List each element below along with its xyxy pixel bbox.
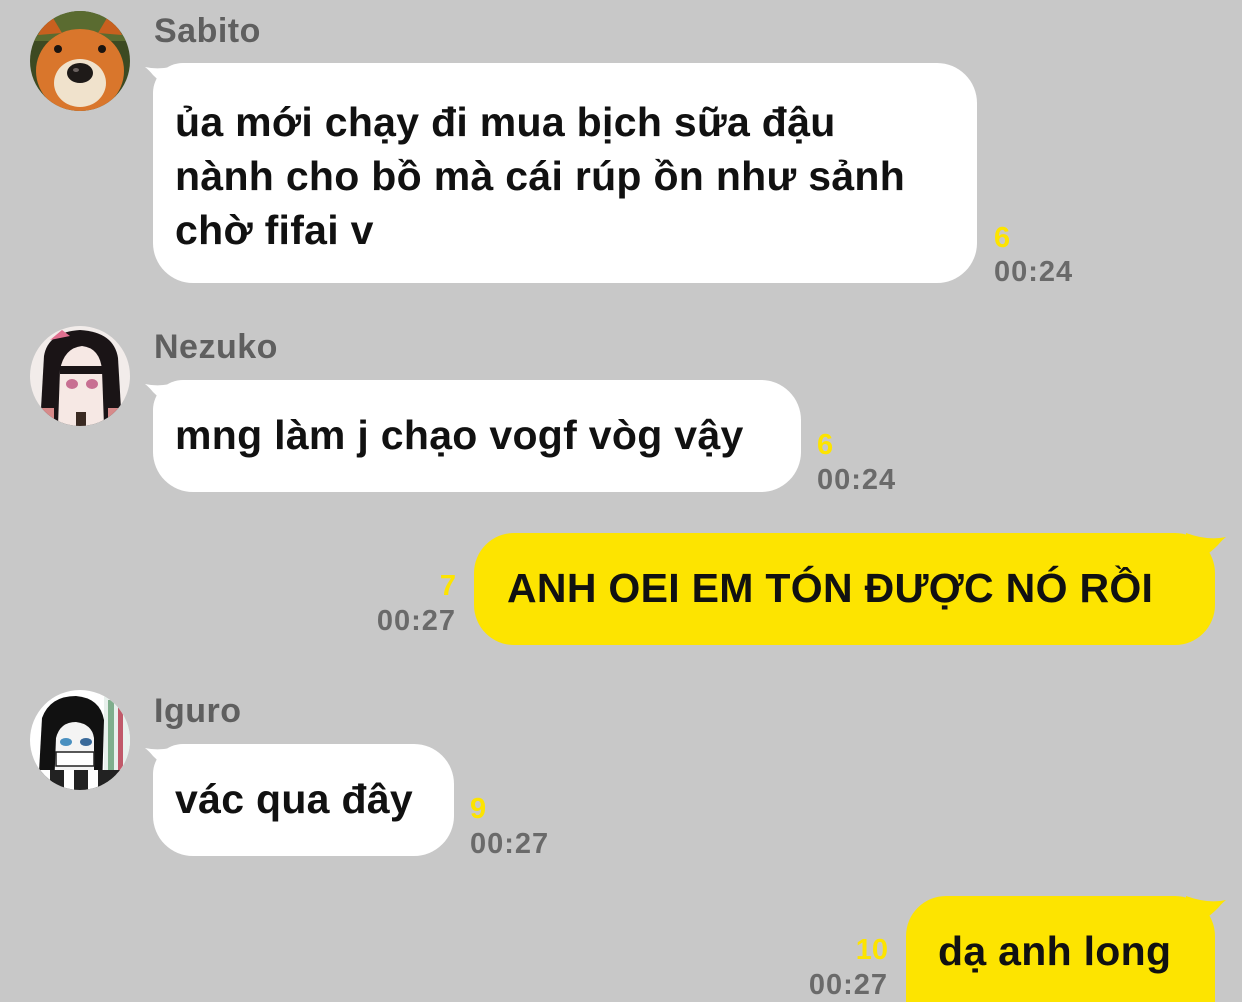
bubble-tail xyxy=(1186,896,1226,930)
chat-message-list[interactable]: Sabito ủa mới chạy đi mua bịch sữa đậu n… xyxy=(0,0,1242,1002)
message-text: ANH OEI EM TÓN ĐƯỢC NÓ RỒI xyxy=(507,565,1154,611)
message-timestamp: 00:27 xyxy=(808,969,888,1001)
message-bubble[interactable]: vác qua đây xyxy=(153,744,454,856)
message-timestamp: 00:27 xyxy=(470,828,550,860)
message-timestamp: 00:27 xyxy=(376,605,456,637)
iguro-avatar-icon[interactable] xyxy=(30,690,130,790)
nezuko-avatar-icon[interactable] xyxy=(30,326,130,426)
message-bubble[interactable]: ANH OEI EM TÓN ĐƯỢC NÓ RỒI xyxy=(474,533,1215,645)
sender-name: Nezuko xyxy=(154,328,278,366)
message-text: mng làm j chạo vogf vòg vậy xyxy=(175,412,744,458)
message-text: dạ anh long xyxy=(938,928,1172,974)
message-text-line: nành cho bồ mà cái rúp ồn như sảnh xyxy=(175,153,906,199)
unread-count: 9 xyxy=(470,793,487,825)
bubble-tail xyxy=(1186,533,1226,567)
message-text: vác qua đây xyxy=(175,776,414,822)
fox-avatar-icon[interactable] xyxy=(30,11,130,111)
message-timestamp: 00:24 xyxy=(994,256,1074,288)
message-timestamp: 00:24 xyxy=(817,464,897,496)
unread-count: 10 xyxy=(855,934,888,966)
message-bubble[interactable]: ủa mới chạy đi mua bịch sữa đậu nành cho… xyxy=(153,63,977,283)
unread-count: 6 xyxy=(994,222,1011,254)
message-text-line: ủa mới chạy đi mua bịch sữa đậu xyxy=(175,99,836,145)
message-text-line: chờ fifai v xyxy=(175,207,374,253)
message-bubble[interactable]: dạ anh long xyxy=(906,896,1215,1002)
unread-count: 6 xyxy=(817,429,834,461)
message-bubble[interactable]: mng làm j chạo vogf vòg vậy xyxy=(153,380,801,492)
sender-name: Sabito xyxy=(154,12,261,50)
unread-count: 7 xyxy=(439,570,456,602)
sender-name: Iguro xyxy=(154,692,242,730)
